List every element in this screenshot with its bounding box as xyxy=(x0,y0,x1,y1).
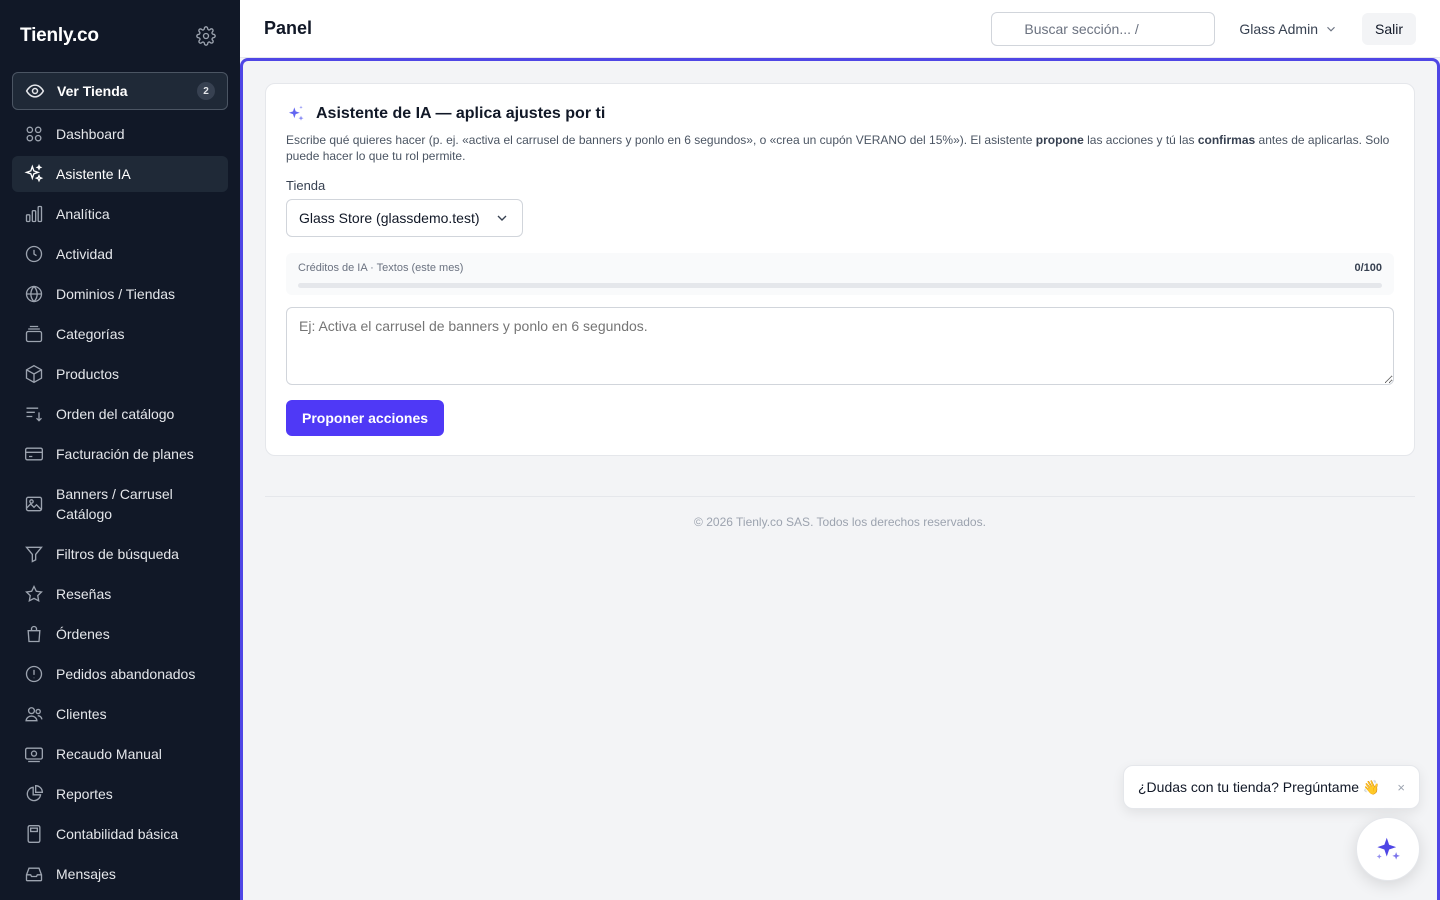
sidebar-item-orden-catalogo[interactable]: Orden del catálogo xyxy=(12,396,228,432)
calculator-icon xyxy=(27,825,41,843)
store-label: Tienda xyxy=(286,178,326,193)
sidebar-item-filtros[interactable]: Filtros de búsqueda xyxy=(12,536,228,572)
sidebar: Tienly.co Ver Tienda 2 Dashboard Asisten… xyxy=(0,0,240,900)
desc-text: Escribe qué quieres hacer (p. ej. «activ… xyxy=(286,133,1036,147)
sort-icon xyxy=(26,407,42,422)
sidebar-item-label: Pedidos abandonados xyxy=(56,666,196,682)
sidebar-item-productos[interactable]: Productos xyxy=(12,356,228,392)
sidebar-item-label: Recaudo Manual xyxy=(56,746,162,762)
chat-prompt-bubble[interactable]: ¿Dudas con tu tienda? Pregúntame 👋 × xyxy=(1123,765,1420,809)
sidebar-item-label: Productos xyxy=(56,366,120,382)
sidebar-item-categorias[interactable]: Categorías xyxy=(12,316,228,352)
propose-actions-button[interactable]: Proponer acciones xyxy=(286,400,445,436)
brand-row: Tienly.co xyxy=(0,0,240,72)
sidebar-item-label: Actividad xyxy=(56,246,113,262)
globe-icon xyxy=(25,285,43,303)
sidebar-item-pedidos-abandonados[interactable]: Pedidos abandonados xyxy=(12,656,228,692)
page-footer: © 2026 Tienly.co SAS. Todos los derechos… xyxy=(265,496,1415,529)
brand-logo[interactable]: Tienly.co xyxy=(20,25,99,47)
store-select[interactable]: Glass Store (glassdemo.test) xyxy=(286,199,523,237)
page-title: Panel xyxy=(264,18,313,38)
ai-assistant-card: Asistente de IA — aplica ajustes por ti … xyxy=(265,83,1415,456)
sidebar-item-label: Reportes xyxy=(56,786,113,802)
sidebar-item-label: Reseñas xyxy=(56,586,112,602)
desc-text: las acciones y tú las xyxy=(1083,133,1198,147)
chevron-down-icon xyxy=(1327,26,1335,32)
credits-count: 0/100 xyxy=(1354,262,1382,274)
users-icon xyxy=(25,707,43,722)
bar-chart-icon xyxy=(25,205,43,223)
inbox-icon xyxy=(25,867,43,882)
credit-card-icon xyxy=(25,447,43,461)
sidebar-item-mensajes[interactable]: Mensajes xyxy=(12,856,228,892)
sidebar-item-label: Dominios / Tiendas xyxy=(56,286,176,302)
view-store-label: Ver Tienda xyxy=(57,83,128,99)
ai-assistant-title-text: Asistente de IA — aplica ajustes por ti xyxy=(316,105,606,122)
sidebar-item-label: Categorías xyxy=(56,326,125,342)
sidebar-item-reportes[interactable]: Reportes xyxy=(12,776,228,812)
close-icon[interactable]: × xyxy=(1397,780,1405,795)
sidebar-item-label: Filtros de búsqueda xyxy=(56,546,179,562)
sidebar-item-label: Dashboard xyxy=(56,126,125,142)
chat-prompt-text: ¿Dudas con tu tienda? Pregúntame 👋 xyxy=(1138,778,1381,795)
desc-bold-propone: propone xyxy=(1035,133,1084,147)
filter-icon xyxy=(25,546,43,563)
pie-chart-icon xyxy=(26,784,44,802)
star-icon xyxy=(25,584,43,603)
ai-credits-panel: Créditos de IA · Textos (este mes) 0/100 xyxy=(286,253,1394,295)
grid-icon xyxy=(26,126,42,142)
sidebar-item-resenas[interactable]: Reseñas xyxy=(12,576,228,612)
credits-label: Créditos de IA · Textos (este mes) xyxy=(298,262,464,274)
eye-icon xyxy=(25,84,45,98)
cash-icon xyxy=(25,747,43,763)
sparkles-icon xyxy=(24,164,44,183)
sidebar-item-label: Clientes xyxy=(56,706,107,722)
shopping-bag-icon xyxy=(27,625,41,643)
top-header: Panel Buscar sección... / Glass Admin Sa… xyxy=(240,0,1440,58)
sidebar-item-label: Órdenes xyxy=(56,626,110,642)
sidebar-item-asistente-ia[interactable]: Asistente IA xyxy=(12,156,228,192)
gear-icon[interactable] xyxy=(196,26,216,46)
sidebar-item-label: Mensajes xyxy=(56,866,116,882)
sidebar-item-label: Facturación de planes xyxy=(56,446,194,462)
sparkles-icon xyxy=(288,105,304,121)
sidebar-item-actividad[interactable]: Actividad xyxy=(12,236,228,272)
sidebar-item-label: Contabilidad básica xyxy=(56,826,179,842)
user-name: Glass Admin xyxy=(1239,20,1318,37)
sidebar-item-dominios[interactable]: Dominios / Tiendas xyxy=(12,276,228,312)
alert-circle-icon xyxy=(25,665,43,683)
stack-icon xyxy=(25,325,43,343)
sidebar-item-contabilidad[interactable]: Contabilidad básica xyxy=(12,816,228,852)
credits-progress-bar xyxy=(298,283,1382,288)
credits-row: Créditos de IA · Textos (este mes) 0/100 xyxy=(298,262,1382,274)
sidebar-item-banners[interactable]: Banners / Carrusel Catálogo xyxy=(12,476,228,532)
image-icon xyxy=(25,496,43,512)
sidebar-item-analitica[interactable]: Analítica xyxy=(12,196,228,232)
sidebar-item-dashboard[interactable]: Dashboard xyxy=(12,116,228,152)
ai-assistant-title: Asistente de IA — aplica ajustes por ti xyxy=(286,104,1394,124)
logout-button[interactable]: Salir xyxy=(1361,12,1416,45)
chat-open-button[interactable] xyxy=(1356,817,1420,881)
clock-icon xyxy=(25,245,43,263)
sidebar-item-label: Orden del catálogo xyxy=(56,406,175,422)
view-store-badge: 2 xyxy=(197,82,215,100)
instruction-textarea[interactable] xyxy=(286,307,1394,385)
sidebar-item-ordenes[interactable]: Órdenes xyxy=(12,616,228,652)
view-store-button[interactable]: Ver Tienda 2 xyxy=(12,72,228,110)
sidebar-item-recaudo-manual[interactable]: Recaudo Manual xyxy=(12,736,228,772)
user-menu[interactable]: Glass Admin xyxy=(1239,21,1338,37)
sidebar-item-label: Analítica xyxy=(56,206,110,222)
sidebar-item-facturacion[interactable]: Facturación de planes xyxy=(12,436,228,472)
box-icon xyxy=(25,364,43,384)
desc-bold-confirmas: confirmas xyxy=(1197,133,1256,147)
sidebar-item-clientes[interactable]: Clientes xyxy=(12,696,228,732)
sparkles-icon xyxy=(1376,837,1400,860)
ai-assistant-description: Escribe qué quieres hacer (p. ej. «activ… xyxy=(286,132,1394,164)
store-select-value: Glass Store (glassdemo.test) xyxy=(299,210,480,226)
sidebar-nav: Dashboard Asistente IA Analítica Activid… xyxy=(0,116,240,892)
search-input[interactable]: Buscar sección... / xyxy=(991,11,1216,46)
chevron-down-icon xyxy=(497,215,507,221)
sidebar-item-label: Asistente IA xyxy=(56,166,131,182)
sidebar-item-label: Banners / Carrusel Catálogo xyxy=(56,486,173,522)
